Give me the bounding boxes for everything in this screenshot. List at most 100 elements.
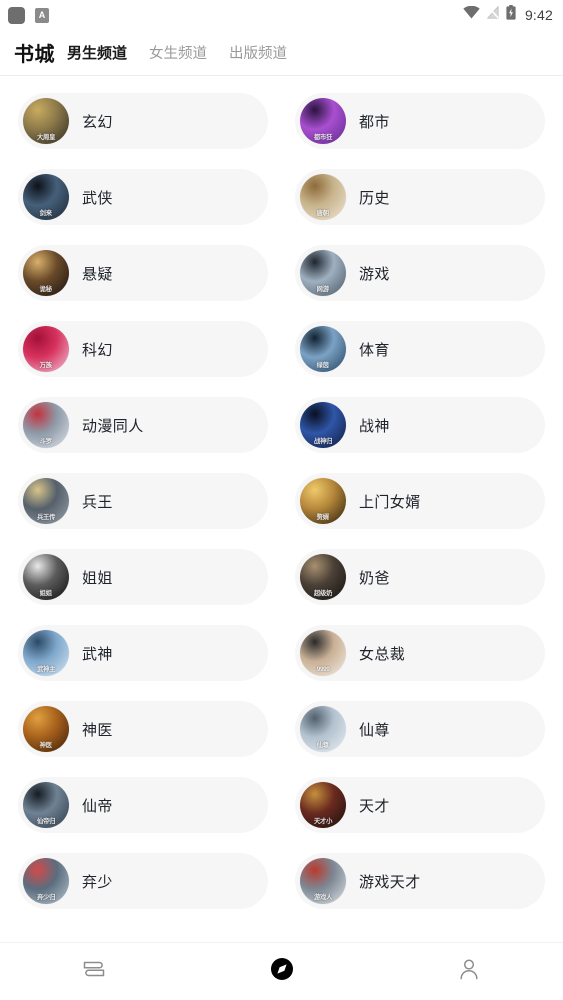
category-cover-thumbnail: 绿茵 <box>300 326 346 372</box>
category-cover-thumbnail: 姐姐 <box>23 554 69 600</box>
category-cover-thumbnail: 网游 <box>300 250 346 296</box>
category-item[interactable]: 仙尊 仙尊 <box>295 701 545 757</box>
category-cover-thumbnail: 超级奶 <box>300 554 346 600</box>
category-cover-title: 万族 <box>39 362 53 369</box>
category-label: 姐姐 <box>82 569 113 587</box>
category-cover-thumbnail: 游戏人 <box>300 858 346 904</box>
category-item[interactable]: 兵王传 兵王 <box>18 473 268 529</box>
tab-girls-channel[interactable]: 女生频道 <box>149 42 207 63</box>
tab-boys-channel[interactable]: 男生频道 <box>67 42 127 63</box>
category-cover-title: 姐姐 <box>39 590 53 597</box>
category-label: 历史 <box>359 189 390 207</box>
category-label: 武神 <box>82 645 113 663</box>
category-cover-title: 超级奶 <box>313 590 333 597</box>
category-item[interactable]: 斗罗 动漫同人 <box>18 397 268 453</box>
category-item[interactable]: 9999 女总裁 <box>295 625 545 681</box>
category-cover-thumbnail: 大周皇 <box>23 98 69 144</box>
status-bar-left: A <box>8 6 49 24</box>
category-cover-thumbnail: 战神归 <box>300 402 346 448</box>
status-bar-right: 9:42 <box>463 5 553 25</box>
category-cover-title: 神医 <box>39 742 53 749</box>
category-label: 体育 <box>359 341 390 359</box>
category-cover-title: 天才小 <box>313 818 333 825</box>
nav-item-profile[interactable] <box>375 943 563 1000</box>
category-item[interactable]: 姐姐 姐姐 <box>18 549 268 605</box>
category-grid: 大周皇 玄幻 都市狂 都市 剑来 武侠 唐朝 历史 诡秘 悬疑 网游 游戏 万族 科幻 绿茵 体育 斗罗 动漫同人… <box>0 77 563 909</box>
category-item[interactable]: 神医 神医 <box>18 701 268 757</box>
category-label: 游戏天才 <box>359 873 421 891</box>
category-item[interactable]: 超级奶 奶爸 <box>295 549 545 605</box>
app-badge-letter-icon: A <box>35 7 49 23</box>
category-cover-title: 网游 <box>316 286 330 293</box>
category-cover-thumbnail: 都市狂 <box>300 98 346 144</box>
status-bar: A 9:42 <box>0 0 563 30</box>
battery-icon <box>506 5 516 25</box>
category-cover-title: 剑来 <box>39 210 53 217</box>
category-label: 科幻 <box>82 341 113 359</box>
category-label: 动漫同人 <box>82 417 144 435</box>
category-item[interactable]: 都市狂 都市 <box>295 93 545 149</box>
category-item[interactable]: 赘婿 上门女婿 <box>295 473 545 529</box>
category-item[interactable]: 绿茵 体育 <box>295 321 545 377</box>
channel-tabs: 男生频道 女生频道 出版频道 <box>67 42 287 63</box>
wifi-icon <box>463 5 480 24</box>
tab-publishing-channel[interactable]: 出版频道 <box>229 42 287 63</box>
category-cover-thumbnail: 斗罗 <box>23 402 69 448</box>
status-bar-clock: 9:42 <box>524 7 553 23</box>
category-cover-thumbnail: 仙尊 <box>300 706 346 752</box>
category-cover-thumbnail: 万族 <box>23 326 69 372</box>
nav-item-bookshelf[interactable] <box>0 943 188 1000</box>
category-cover-title: 诡秘 <box>39 286 53 293</box>
nav-item-discover[interactable] <box>188 943 376 1000</box>
category-cover-thumbnail: 神医 <box>23 706 69 752</box>
category-cover-thumbnail: 弃少归 <box>23 858 69 904</box>
signal-icon <box>486 5 499 24</box>
category-item[interactable]: 游戏人 游戏天才 <box>295 853 545 909</box>
category-item[interactable]: 唐朝 历史 <box>295 169 545 225</box>
category-label: 仙尊 <box>359 721 390 739</box>
header-bar: 书城 男生频道 女生频道 出版频道 <box>0 30 563 76</box>
category-item[interactable]: 弃少归 弃少 <box>18 853 268 909</box>
category-item[interactable]: 仙帝归 仙帝 <box>18 777 268 833</box>
category-item[interactable]: 剑来 武侠 <box>18 169 268 225</box>
category-item[interactable]: 网游 游戏 <box>295 245 545 301</box>
category-cover-thumbnail: 仙帝归 <box>23 782 69 828</box>
category-cover-title: 兵王传 <box>36 514 56 521</box>
category-item[interactable]: 武神主 武神 <box>18 625 268 681</box>
category-label: 玄幻 <box>82 113 113 131</box>
category-item[interactable]: 大周皇 玄幻 <box>18 93 268 149</box>
category-cover-title: 绿茵 <box>316 362 330 369</box>
category-cover-title: 弃少归 <box>36 894 56 901</box>
compass-icon <box>269 956 295 987</box>
category-cover-title: 9999 <box>316 666 330 673</box>
category-cover-thumbnail: 兵王传 <box>23 478 69 524</box>
category-cover-title: 赘婿 <box>316 514 330 521</box>
category-cover-thumbnail: 诡秘 <box>23 250 69 296</box>
category-label: 战神 <box>359 417 390 435</box>
page-title: 书城 <box>14 44 55 66</box>
category-label: 上门女婿 <box>359 493 421 511</box>
category-list-scroll[interactable]: 大周皇 玄幻 都市狂 都市 剑来 武侠 唐朝 历史 诡秘 悬疑 网游 游戏 万族 科幻 绿茵 体育 斗罗 动漫同人… <box>0 77 563 942</box>
category-cover-title: 唐朝 <box>316 210 330 217</box>
category-cover-title: 都市狂 <box>313 134 333 141</box>
books-icon <box>81 957 107 986</box>
person-icon <box>457 957 481 986</box>
app-badge-square-icon <box>8 6 25 24</box>
category-label: 神医 <box>82 721 113 739</box>
category-cover-title: 斗罗 <box>39 438 53 445</box>
category-label: 兵王 <box>82 493 113 511</box>
category-item[interactable]: 战神归 战神 <box>295 397 545 453</box>
category-cover-title: 武神主 <box>36 666 56 673</box>
category-label: 仙帝 <box>82 797 113 815</box>
bottom-navigation-bar <box>0 942 563 1000</box>
category-label: 游戏 <box>359 265 390 283</box>
category-label: 女总裁 <box>359 645 406 663</box>
category-item[interactable]: 天才小 天才 <box>295 777 545 833</box>
category-label: 都市 <box>359 113 390 131</box>
category-cover-thumbnail: 天才小 <box>300 782 346 828</box>
category-cover-thumbnail: 剑来 <box>23 174 69 220</box>
category-label: 弃少 <box>82 873 113 891</box>
category-cover-title: 战神归 <box>313 438 333 445</box>
category-item[interactable]: 万族 科幻 <box>18 321 268 377</box>
category-item[interactable]: 诡秘 悬疑 <box>18 245 268 301</box>
